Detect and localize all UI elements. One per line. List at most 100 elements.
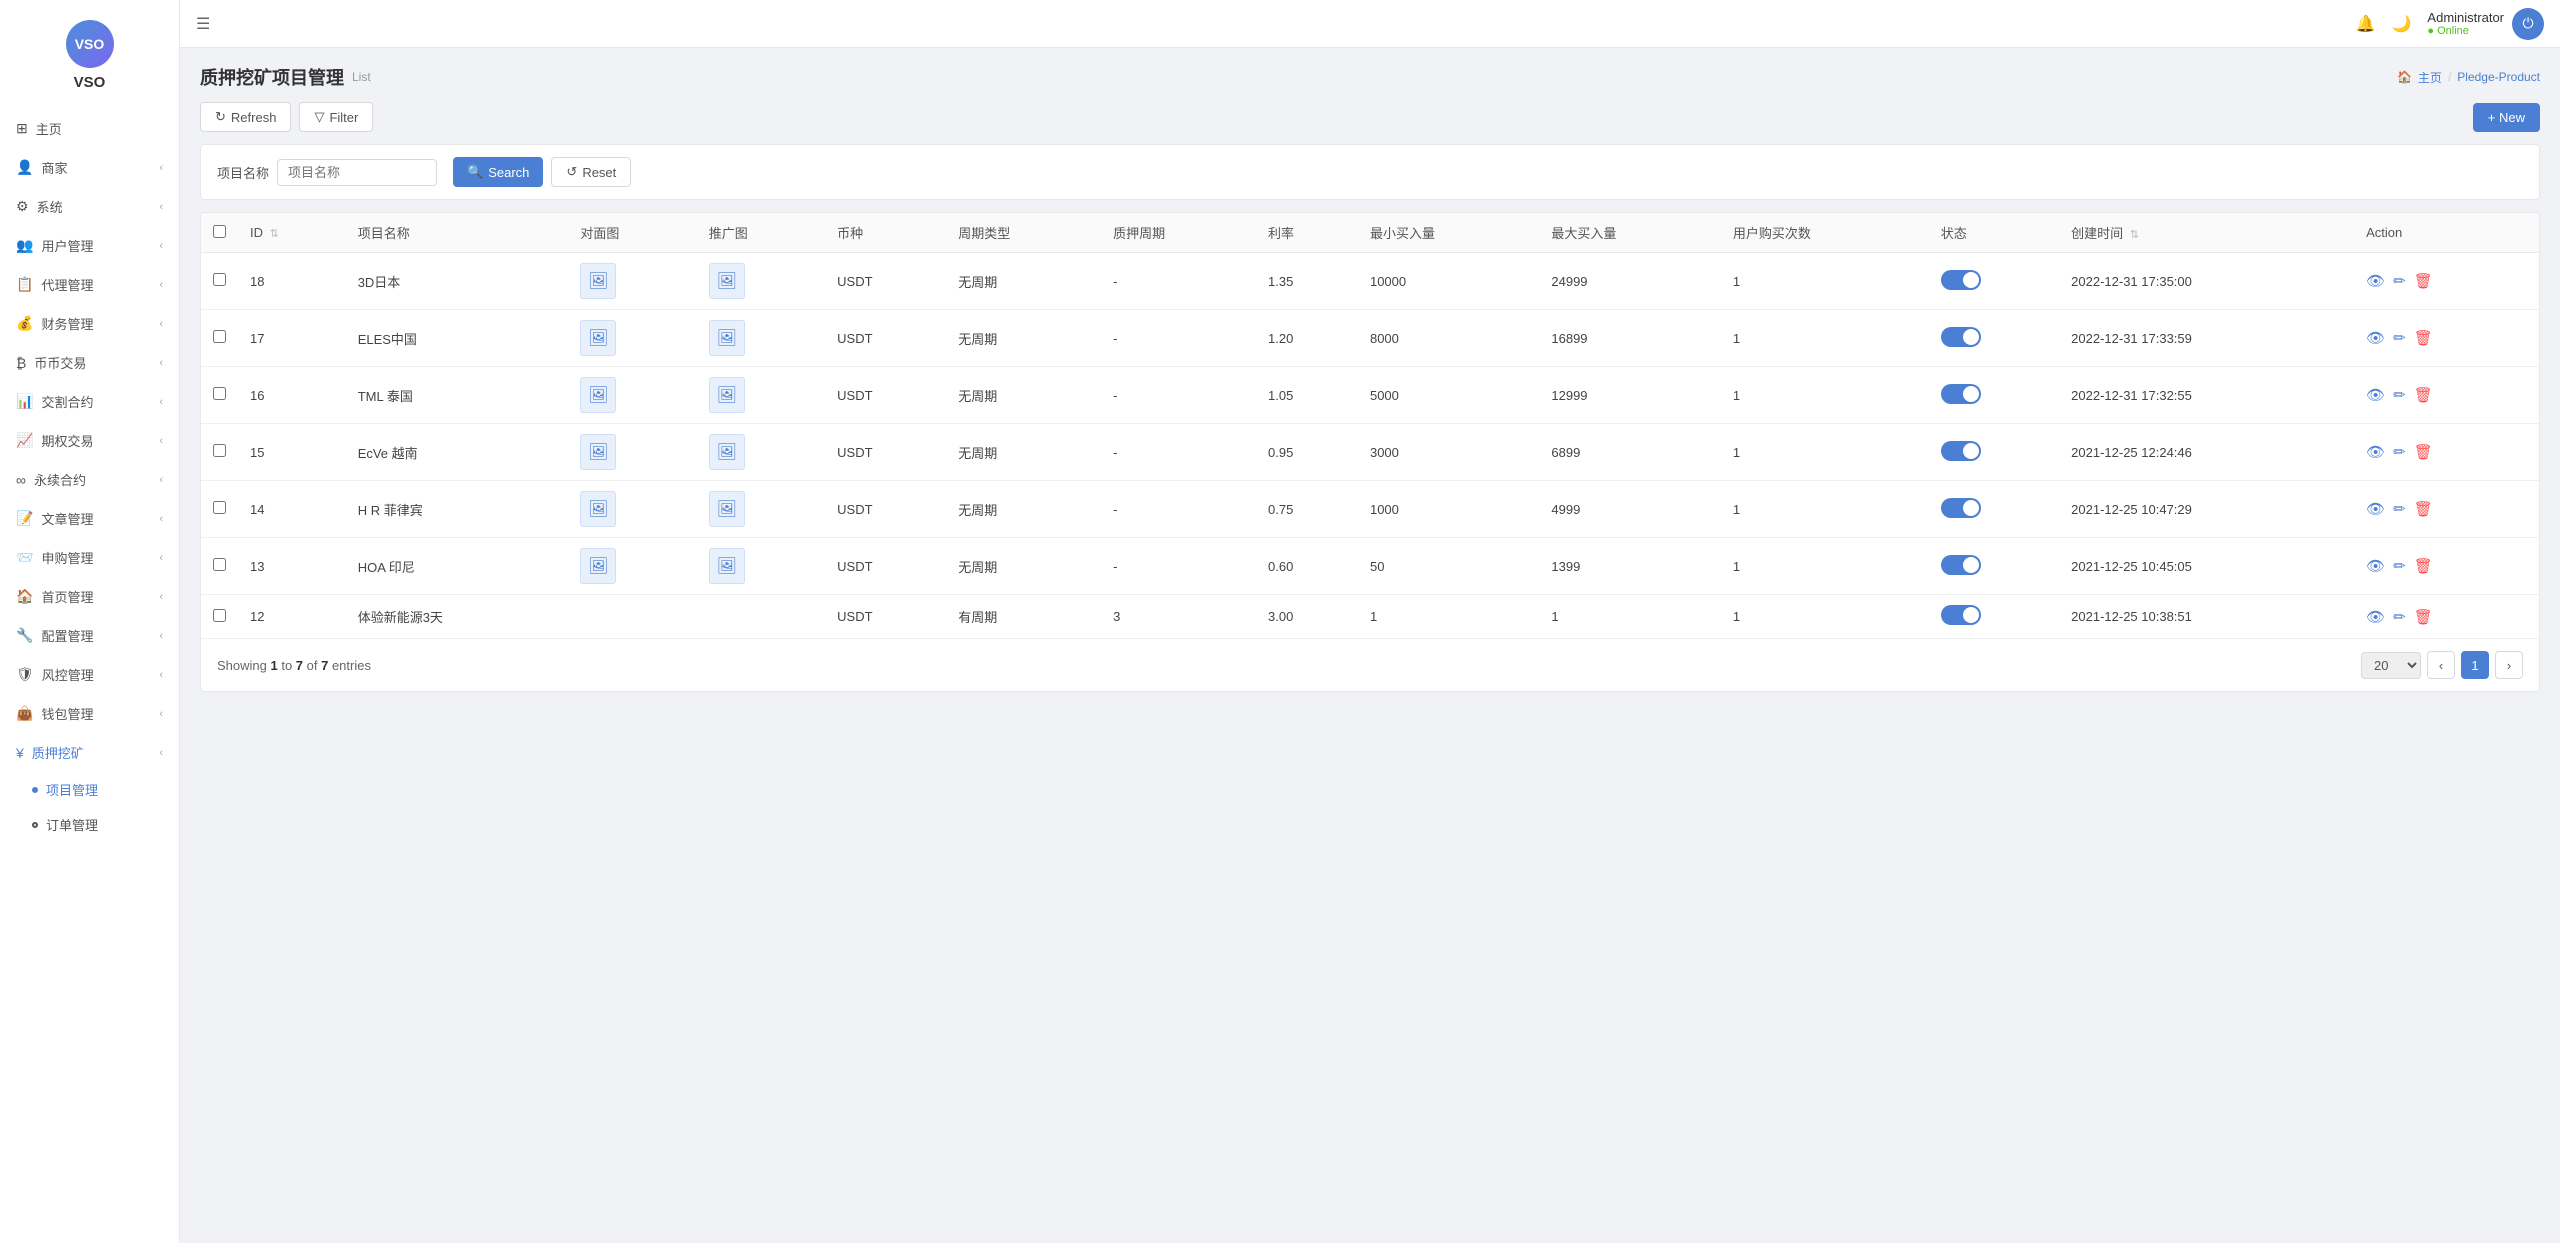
sidebar-subitem-order-mgmt[interactable]: 订单管理 — [0, 807, 179, 842]
edit-icon-18[interactable]: ✏ — [2393, 272, 2406, 290]
delete-icon-18[interactable]: 🗑 — [2414, 272, 2433, 290]
select-all-checkbox[interactable] — [213, 225, 226, 238]
sidebar-item-homepage-mgmt[interactable]: 🏠 首页管理 ‹ — [0, 577, 179, 616]
delete-icon-13[interactable]: 🗑 — [2414, 557, 2433, 575]
cover-thumb-13: 🖼 — [580, 548, 616, 584]
sidebar-item-finance-mgmt[interactable]: 💰 财务管理 ‹ — [0, 304, 179, 343]
sort-icon-created[interactable]: ⇅ — [2130, 229, 2139, 241]
row-checkbox-15[interactable] — [213, 444, 226, 457]
view-icon-14[interactable]: 👁 — [2366, 500, 2385, 518]
filter-button[interactable]: ▽ Filter — [299, 102, 373, 132]
sidebar-item-system[interactable]: ⚙ 系统 ‹ — [0, 187, 179, 226]
sidebar-item-perpetual[interactable]: ∞ 永续合约 ‹ — [0, 460, 179, 499]
delete-icon-14[interactable]: 🗑 — [2414, 500, 2433, 518]
cell-rate-15: 0.95 — [1256, 424, 1358, 481]
cell-coin-15: USDT — [825, 424, 946, 481]
cover-thumb-16: 🖼 — [580, 377, 616, 413]
view-icon-17[interactable]: 👁 — [2366, 329, 2385, 347]
search-button[interactable]: 🔍 Search — [453, 157, 543, 187]
cell-min-buy-13: 50 — [1358, 538, 1539, 595]
delete-icon-17[interactable]: 🗑 — [2414, 329, 2433, 347]
theme-icon[interactable]: 🌙 — [2392, 14, 2412, 34]
breadcrumb-home-link[interactable]: 主页 — [2418, 69, 2442, 86]
col-status: 状态 — [1929, 213, 2059, 253]
page-title: 质押挖矿项目管理 List — [200, 64, 371, 90]
row-checkbox-12[interactable] — [213, 609, 226, 622]
delete-icon-16[interactable]: 🗑 — [2414, 386, 2433, 404]
cell-cover-15: 🖼 — [568, 424, 696, 481]
sidebar-item-config-mgmt[interactable]: 🔧 配置管理 ‹ — [0, 616, 179, 655]
breadcrumb: 🏠 主页 / Pledge-Product — [2397, 69, 2540, 86]
sidebar-item-subscription[interactable]: 📨 申购管理 ‹ — [0, 538, 179, 577]
edit-icon-16[interactable]: ✏ — [2393, 386, 2406, 404]
sort-icon-id[interactable]: ⇅ — [270, 228, 279, 240]
delete-icon-15[interactable]: 🗑 — [2414, 443, 2433, 461]
edit-icon-17[interactable]: ✏ — [2393, 329, 2406, 347]
page-size-select[interactable]: 20 10 50 100 — [2361, 652, 2421, 679]
status-toggle-12[interactable] — [1941, 605, 1981, 625]
nav-label-risk-mgmt: 风控管理 — [42, 665, 94, 684]
reset-button[interactable]: ↺ Reset — [551, 157, 631, 187]
cell-pledge-period-18: - — [1101, 253, 1256, 310]
sidebar-subitem-project-mgmt[interactable]: 项目管理 — [0, 772, 179, 807]
cell-action-15: 👁 ✏ 🗑 — [2354, 424, 2539, 481]
sidebar-item-options-trade[interactable]: 📈 期权交易 ‹ — [0, 421, 179, 460]
notification-icon[interactable]: 🔔 — [2356, 14, 2376, 34]
sidebar-item-merchant[interactable]: 👤 商家 ‹ — [0, 148, 179, 187]
page-1-button[interactable]: 1 — [2461, 651, 2489, 679]
row-checkbox-16[interactable] — [213, 387, 226, 400]
edit-icon-13[interactable]: ✏ — [2393, 557, 2406, 575]
cell-name-13: HOA 印尼 — [346, 538, 569, 595]
refresh-button[interactable]: ↻ Refresh — [200, 102, 291, 132]
row-checkbox-14[interactable] — [213, 501, 226, 514]
cell-status-18 — [1929, 253, 2059, 310]
next-page-button[interactable]: › — [2495, 651, 2523, 679]
sidebar-item-home[interactable]: ⊞ 主页 — [0, 109, 179, 148]
cell-rate-17: 1.20 — [1256, 310, 1358, 367]
delete-icon-12[interactable]: 🗑 — [2414, 608, 2433, 626]
sidebar-item-user-mgmt[interactable]: 👥 用户管理 ‹ — [0, 226, 179, 265]
breadcrumb-current-link[interactable]: Pledge-Product — [2457, 70, 2540, 84]
edit-icon-12[interactable]: ✏ — [2393, 608, 2406, 626]
col-promo: 推广图 — [697, 213, 825, 253]
promo-thumb-18: 🖼 — [709, 263, 745, 299]
view-icon-13[interactable]: 👁 — [2366, 557, 2385, 575]
view-icon-18[interactable]: 👁 — [2366, 272, 2385, 290]
status-toggle-13[interactable] — [1941, 555, 1981, 575]
project-name-input[interactable] — [277, 159, 437, 186]
menu-icon[interactable]: ☰ — [196, 14, 210, 34]
prev-page-button[interactable]: ‹ — [2427, 651, 2455, 679]
sidebar-item-pledge-mining[interactable]: ¥ 质押挖矿 ‹ — [0, 733, 179, 772]
sidebar-item-article-mgmt[interactable]: 📝 文章管理 ‹ — [0, 499, 179, 538]
sidebar-item-wallet-mgmt[interactable]: 👜 钱包管理 ‹ — [0, 694, 179, 733]
view-icon-15[interactable]: 👁 — [2366, 443, 2385, 461]
view-icon-16[interactable]: 👁 — [2366, 386, 2385, 404]
cell-pledge-period-17: - — [1101, 310, 1256, 367]
nav-arrow-agent-mgmt: ‹ — [159, 279, 163, 291]
nav-label-subscription: 申购管理 — [41, 548, 93, 567]
status-toggle-16[interactable] — [1941, 384, 1981, 404]
nav-arrow-coin-trade: ‹ — [159, 357, 163, 369]
sidebar-item-coin-trade[interactable]: ₿ 币币交易 ‹ — [0, 343, 179, 382]
nav-arrow-config-mgmt: ‹ — [159, 630, 163, 642]
sidebar-item-risk-mgmt[interactable]: 🛡 风控管理 ‹ — [0, 655, 179, 694]
edit-icon-14[interactable]: ✏ — [2393, 500, 2406, 518]
row-checkbox-17[interactable] — [213, 330, 226, 343]
view-icon-12[interactable]: 👁 — [2366, 608, 2385, 626]
cell-cover-14: 🖼 — [568, 481, 696, 538]
status-toggle-14[interactable] — [1941, 498, 1981, 518]
row-checkbox-13[interactable] — [213, 558, 226, 571]
edit-icon-15[interactable]: ✏ — [2393, 443, 2406, 461]
sidebar-item-contract-trade[interactable]: 📊 交割合约 ‹ — [0, 382, 179, 421]
new-button[interactable]: + New — [2473, 103, 2540, 132]
sub-label-project-mgmt: 项目管理 — [46, 780, 98, 799]
sidebar-item-agent-mgmt[interactable]: 📋 代理管理 ‹ — [0, 265, 179, 304]
cell-created-at-17: 2022-12-31 17:33:59 — [2059, 310, 2354, 367]
user-avatar[interactable]: ⏻ — [2512, 8, 2544, 40]
status-toggle-18[interactable] — [1941, 270, 1981, 290]
cell-action-16: 👁 ✏ 🗑 — [2354, 367, 2539, 424]
status-toggle-17[interactable] — [1941, 327, 1981, 347]
row-checkbox-18[interactable] — [213, 273, 226, 286]
status-toggle-15[interactable] — [1941, 441, 1981, 461]
cell-action-14: 👁 ✏ 🗑 — [2354, 481, 2539, 538]
